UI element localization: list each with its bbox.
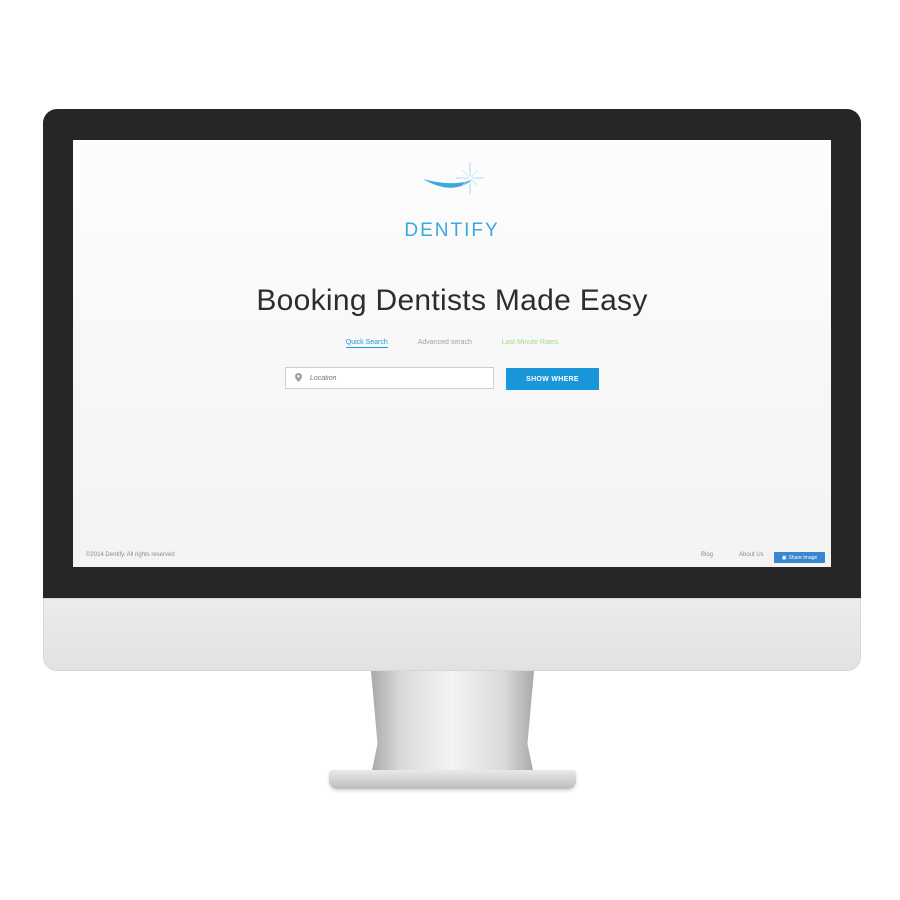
search-tabs: Quick Search Advanced serach Last Minute…	[73, 339, 831, 348]
page-headline: Booking Dentists Made Easy	[256, 284, 648, 317]
monitor-stand-neck	[371, 671, 534, 775]
share-image-label: Share Image	[788, 554, 818, 561]
monitor-chin	[43, 598, 861, 671]
location-search-field[interactable]	[285, 367, 494, 389]
footer-copyright: ©2014 Dentify. All rights reserved	[86, 552, 175, 558]
image-icon: ▣	[781, 554, 787, 561]
monitor-stand-foot	[329, 770, 576, 789]
tab-last-minute-rates[interactable]: Last Minute Rates	[502, 339, 558, 347]
website-screen: DENTIFY Booking Dentists Made Easy Quick…	[73, 140, 831, 567]
show-where-button[interactable]: SHOW WHERE	[506, 368, 599, 390]
tab-advanced-search[interactable]: Advanced serach	[418, 339, 472, 347]
smile-sparkle-icon	[423, 162, 484, 194]
share-image-button[interactable]: ▣ Share Image	[774, 552, 825, 563]
location-input[interactable]	[305, 374, 493, 382]
footer-blog-link[interactable]: Blog	[701, 552, 713, 558]
tab-quick-search[interactable]: Quick Search	[345, 339, 388, 348]
logo[interactable]: DENTIFY	[73, 160, 831, 241]
logo-wordmark: DENTIFY	[404, 220, 500, 241]
footer-about-link[interactable]: About Us	[739, 552, 764, 558]
map-pin-icon	[292, 372, 306, 384]
